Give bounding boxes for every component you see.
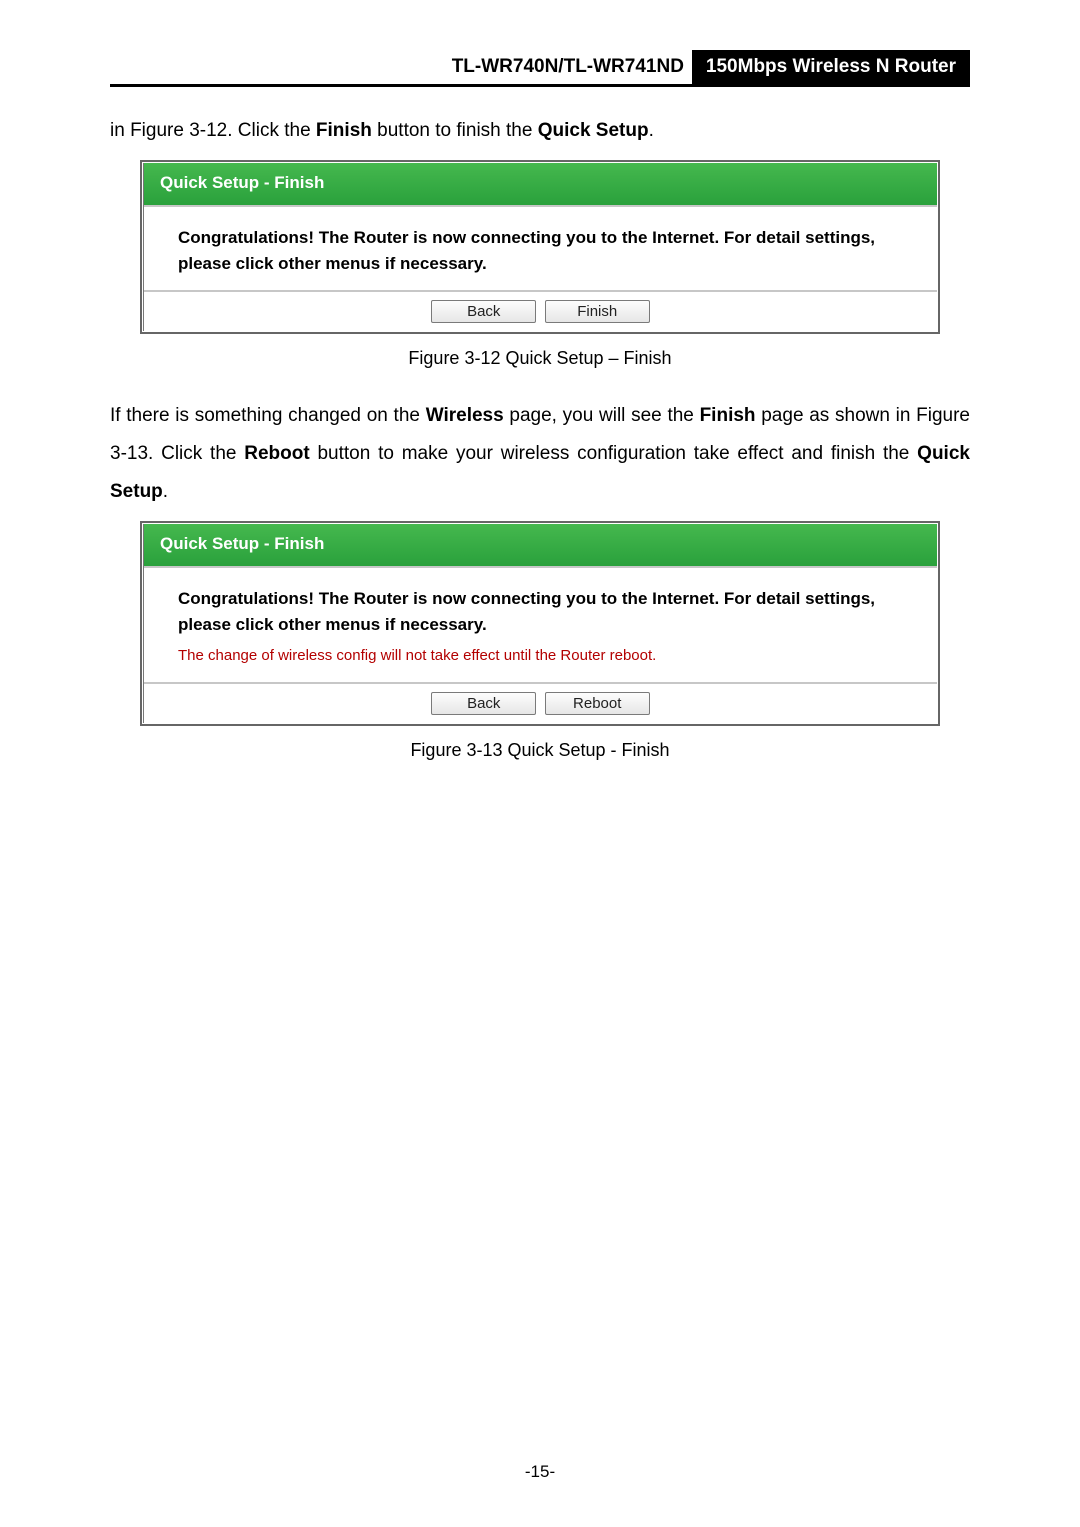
- panel-message: Congratulations! The Router is now conne…: [178, 225, 903, 276]
- figure-caption-1: Figure 3-12 Quick Setup – Finish: [110, 348, 970, 369]
- text: in Figure 3-12. Click the: [110, 120, 316, 141]
- text-bold: Quick Setup: [538, 120, 649, 141]
- panel-title: Quick Setup - Finish: [144, 163, 937, 207]
- text-bold: Reboot: [244, 443, 309, 464]
- panel-body: Congratulations! The Router is now conne…: [144, 207, 937, 290]
- header-product: 150Mbps Wireless N Router: [692, 50, 970, 84]
- paragraph-2: If there is something changed on the Wir…: [110, 397, 970, 511]
- quick-setup-finish-panel-1: Quick Setup - Finish Congratulations! Th…: [140, 160, 940, 334]
- panel-message: Congratulations! The Router is now conne…: [178, 586, 903, 637]
- text-bold: Wireless: [426, 405, 504, 426]
- panel-actions: Back Reboot: [144, 682, 937, 723]
- panel-body: Congratulations! The Router is now conne…: [144, 568, 937, 682]
- back-button[interactable]: Back: [431, 692, 536, 715]
- finish-button[interactable]: Finish: [545, 300, 650, 323]
- panel-warning: The change of wireless config will not t…: [178, 645, 903, 668]
- page-number: -15-: [0, 1462, 1080, 1482]
- text: .: [649, 120, 654, 141]
- document-header: TL-WR740N/TL-WR741ND 150Mbps Wireless N …: [110, 50, 970, 87]
- panel-actions: Back Finish: [144, 290, 937, 331]
- text: button to finish the: [372, 120, 538, 141]
- text: button to make your wireless configurati…: [310, 443, 917, 464]
- header-model: TL-WR740N/TL-WR741ND: [110, 50, 692, 84]
- figure-caption-2: Figure 3-13 Quick Setup - Finish: [110, 740, 970, 761]
- text-bold: Congratulations!: [178, 589, 314, 608]
- back-button[interactable]: Back: [431, 300, 536, 323]
- reboot-button[interactable]: Reboot: [545, 692, 650, 715]
- intro-line: in Figure 3-12. Click the Finish button …: [110, 112, 970, 150]
- panel-title: Quick Setup - Finish: [144, 524, 937, 568]
- quick-setup-finish-panel-2: Quick Setup - Finish Congratulations! Th…: [140, 521, 940, 726]
- text-bold: Finish: [316, 120, 372, 141]
- text: page, you will see the: [504, 405, 700, 426]
- text-bold: Congratulations!: [178, 228, 314, 247]
- text: .: [163, 481, 168, 502]
- text-bold: Finish: [700, 405, 756, 426]
- text: If there is something changed on the: [110, 405, 426, 426]
